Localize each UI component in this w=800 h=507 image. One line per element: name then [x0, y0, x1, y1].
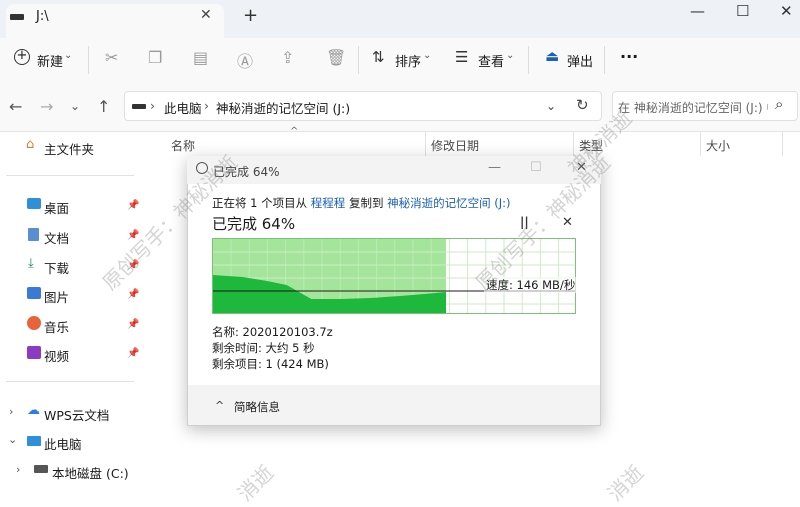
document-icon — [28, 228, 39, 241]
rename-icon[interactable]: Ⓐ — [237, 48, 253, 72]
forward-button[interactable]: → — [40, 97, 53, 116]
sidebar-item-desktop[interactable]: 桌面 — [44, 198, 69, 217]
cloud-icon: ☁ — [27, 403, 40, 418]
column-divider[interactable] — [700, 132, 701, 156]
sidebar-item-videos[interactable]: 视频 — [44, 346, 69, 365]
chevron-up-icon[interactable]: ^ — [215, 399, 224, 412]
copy-prefix: 正在将 1 个项目从 — [212, 196, 308, 210]
sort-icon: ⇅ — [372, 48, 385, 66]
music-icon — [27, 316, 41, 330]
pin-icon: 📌 — [127, 200, 140, 211]
copy-mid: 复制到 — [348, 196, 384, 210]
sort-up-icon: ^ — [290, 126, 299, 137]
back-button[interactable]: ← — [9, 97, 22, 116]
progress-heading: 已完成 64% — [212, 215, 296, 233]
sidebar-item-home[interactable]: 主文件夹 — [44, 139, 94, 158]
eject-icon: ⏏ — [545, 47, 560, 65]
new-tab-button[interactable]: + — [243, 5, 258, 26]
sidebar-item-wps[interactable]: WPS云文档 — [44, 405, 109, 424]
video-icon — [27, 346, 41, 359]
toolbar-divider — [528, 46, 529, 74]
chevron-down-icon[interactable]: ⌄ — [8, 433, 17, 446]
recent-locations-button[interactable]: ⌄ — [70, 99, 80, 113]
delete-icon[interactable]: 🗑 — [326, 48, 346, 67]
file-name-line: 名称: 2020120103.7z — [212, 325, 333, 339]
chevron-down-icon: ⌄ — [506, 50, 515, 61]
breadcrumb-separator: › — [150, 98, 155, 113]
sidebar-item-local-disk[interactable]: 本地磁盘 (C:) — [52, 463, 129, 482]
chevron-right-icon[interactable]: › — [9, 405, 13, 418]
breadcrumb-this-pc[interactable]: 此电脑 — [164, 98, 202, 117]
dialog-maximize-button[interactable]: ☐ — [530, 160, 542, 175]
view-icon: ☰ — [455, 48, 469, 66]
more-button[interactable]: ··· — [620, 47, 638, 66]
sidebar-item-pictures[interactable]: 图片 — [44, 287, 69, 306]
sidebar-item-downloads[interactable]: 下载 — [44, 258, 69, 277]
sidebar-item-music[interactable]: 音乐 — [44, 317, 69, 336]
up-button[interactable]: ↑ — [97, 97, 110, 116]
toolbar-divider — [358, 46, 359, 74]
dialog-minimize-button[interactable]: — — [488, 160, 501, 175]
column-divider[interactable] — [425, 132, 426, 156]
drive-icon — [132, 104, 146, 109]
drive-icon — [10, 14, 24, 20]
download-icon: ⤓ — [28, 256, 34, 271]
copy-icon[interactable]: ❐ — [148, 48, 162, 67]
share-icon[interactable]: ⇪ — [281, 48, 294, 67]
view-button[interactable]: 查看 — [478, 51, 504, 70]
time-remaining-line: 剩余时间: 大约 5 秒 — [212, 341, 315, 355]
minimize-button[interactable]: — — [690, 2, 705, 20]
column-size[interactable]: 大小 — [706, 137, 730, 154]
search-icon[interactable]: ⌕ — [775, 95, 783, 113]
toolbar-divider — [604, 46, 605, 74]
pin-icon: 📌 — [127, 348, 140, 359]
destination-link[interactable]: 神秘消逝的记忆空间 (J:) — [387, 196, 510, 210]
close-button[interactable]: ✕ — [780, 2, 793, 20]
sort-button[interactable]: 排序 — [395, 51, 421, 70]
toolbar-divider — [88, 46, 89, 74]
eject-button[interactable]: 弹出 — [567, 51, 593, 70]
tab-title: J:\ — [36, 9, 49, 24]
fewer-details-button[interactable]: 简略信息 — [234, 399, 280, 415]
chevron-right-icon[interactable]: › — [16, 463, 20, 476]
address-dropdown-icon[interactable]: ⌄ — [546, 99, 556, 113]
computer-icon — [27, 436, 41, 446]
column-name[interactable]: 名称 — [171, 137, 195, 154]
chevron-down-icon: ⌄ — [64, 50, 73, 61]
sidebar-divider — [6, 175, 134, 176]
disk-icon — [34, 465, 48, 473]
tab-close-button[interactable]: ✕ — [200, 7, 212, 23]
home-icon: ⌂ — [26, 137, 35, 152]
refresh-icon[interactable]: ↻ — [576, 96, 589, 114]
sidebar-item-documents[interactable]: 文档 — [44, 228, 69, 247]
source-link[interactable]: 程程程 — [311, 196, 346, 210]
pin-icon: 📌 — [127, 289, 140, 300]
cut-icon[interactable]: ✂ — [105, 48, 118, 67]
chevron-down-icon: ⌄ — [423, 50, 432, 61]
desktop-icon — [27, 198, 41, 209]
new-icon: + — [14, 49, 30, 65]
copy-description: 正在将 1 个项目从 程程程 复制到 神秘消逝的记忆空间 (J:) — [212, 195, 511, 211]
breadcrumb-drive[interactable]: 神秘消逝的记忆空间 (J:) — [216, 98, 350, 117]
breadcrumb-separator: › — [204, 98, 209, 113]
pin-icon: 📌 — [127, 319, 140, 330]
picture-icon — [27, 287, 41, 299]
items-remaining-line: 剩余项目: 1 (424 MB) — [212, 357, 329, 371]
column-divider[interactable] — [782, 132, 783, 156]
sidebar-item-this-pc[interactable]: 此电脑 — [44, 434, 82, 453]
search-placeholder[interactable]: 在 神秘消逝的记忆空间 (J:) 中... — [618, 99, 768, 116]
new-button[interactable]: 新建 — [37, 51, 63, 70]
navigation-pane — [0, 132, 142, 486]
column-modified[interactable]: 修改日期 — [431, 137, 479, 154]
paste-icon[interactable]: ▤ — [193, 48, 208, 67]
sidebar-divider — [6, 381, 134, 382]
maximize-button[interactable]: ☐ — [736, 2, 749, 20]
